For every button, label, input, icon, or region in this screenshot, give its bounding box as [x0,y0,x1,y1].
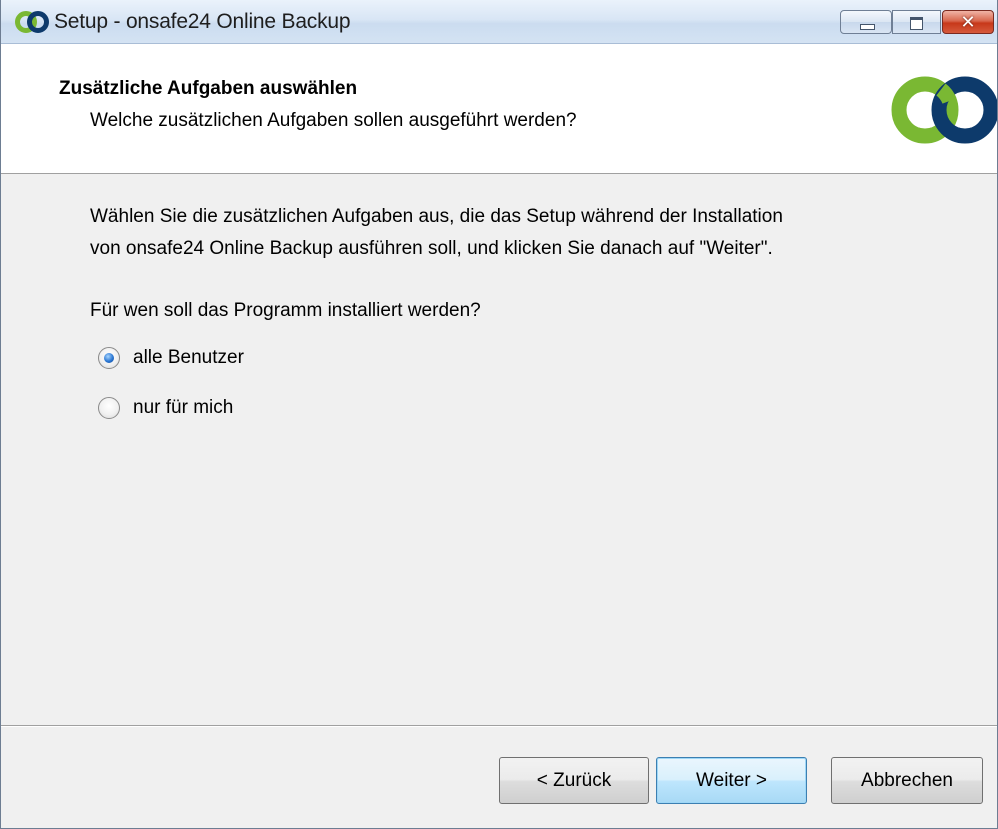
next-button[interactable]: Weiter > [656,757,807,804]
title-bar[interactable]: Setup - onsafe24 Online Backup ✕ [1,0,997,44]
radio-all-users[interactable]: alle Benutzer [98,346,244,370]
minimize-button[interactable] [840,10,892,34]
close-icon: ✕ [960,12,976,32]
page-title: Zusätzliche Aufgaben auswählen [59,78,358,99]
radio-button-checked[interactable] [98,347,120,369]
install-scope-question: Für wen soll das Programm installiert we… [90,300,481,321]
maximize-icon [910,17,923,30]
radio-button-unchecked[interactable] [98,397,120,419]
radio-label-all-users: alle Benutzer [133,347,244,368]
wizard-header: Zusätzliche Aufgaben auswählen Welche zu… [1,44,997,174]
description-line-1: Wählen Sie die zusätzlichen Aufgaben aus… [90,206,783,227]
page-subtitle: Welche zusätzlichen Aufgaben sollen ausg… [90,110,577,131]
back-button[interactable]: < Zurück [499,757,649,804]
close-button[interactable]: ✕ [942,10,994,34]
radio-only-me[interactable]: nur für mich [98,396,233,420]
description-line-2: von onsafe24 Online Backup ausführen sol… [90,238,773,259]
maximize-button[interactable] [892,10,941,34]
onsafe24-logo [891,76,997,144]
radio-label-only-me: nur für mich [133,397,234,418]
minimize-icon [860,24,875,30]
setup-window: Setup - onsafe24 Online Backup ✕ Zusätzl… [0,0,998,829]
window-title: Setup - onsafe24 Online Backup [54,10,351,33]
app-icon [15,11,49,33]
footer-separator [1,725,997,727]
cancel-button[interactable]: Abbrechen [831,757,983,804]
